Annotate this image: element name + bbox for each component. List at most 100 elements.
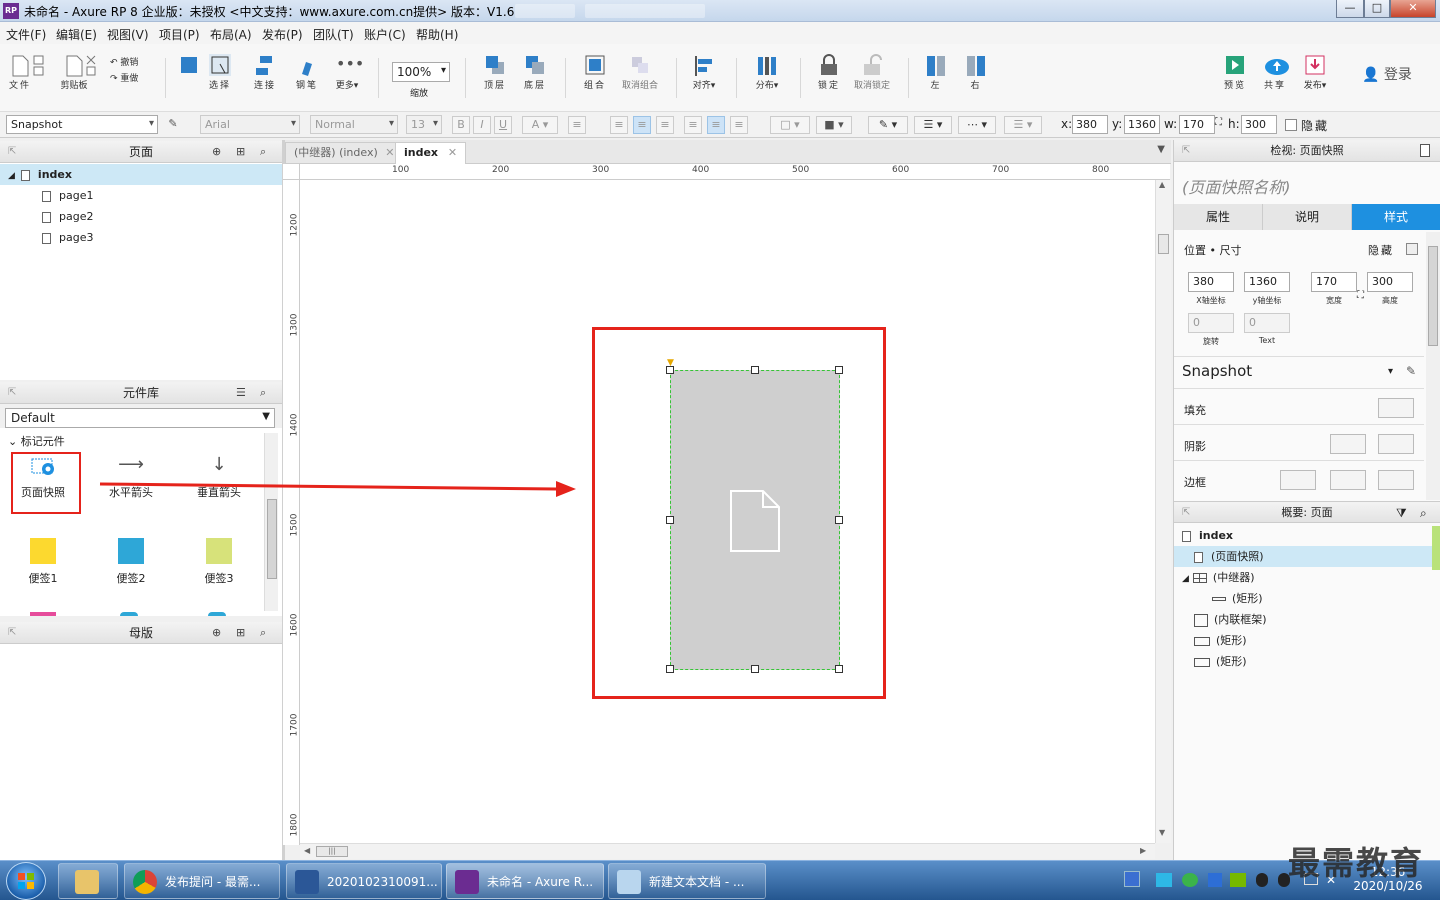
tab-properties[interactable]: 属性	[1174, 204, 1263, 230]
resize-handle[interactable]	[666, 665, 674, 673]
snapshot-widget[interactable]	[670, 370, 840, 670]
menu-team[interactable]: 团队(T)	[313, 26, 354, 43]
widget-sticky-3[interactable]: 便签3	[184, 538, 254, 586]
underline-button[interactable]: U	[494, 116, 512, 134]
shadow-button[interactable]: ■ ▾	[816, 116, 852, 134]
border-width-button[interactable]: ☰ ▾	[914, 116, 952, 134]
shield-icon[interactable]	[1208, 873, 1222, 887]
style-name[interactable]: Snapshot	[1182, 362, 1252, 380]
font-size-select[interactable]: 13	[406, 115, 442, 134]
collapse-triangle-icon[interactable]: ◢	[1182, 574, 1189, 584]
distribute-tool[interactable]: 分布▾	[750, 54, 784, 91]
bold-button[interactable]: B	[452, 116, 470, 134]
right-panel-tool[interactable]: 右	[962, 54, 990, 91]
lock-ratio-icon[interactable]: ⛶	[1357, 290, 1364, 301]
menu-icon[interactable]: ☰	[236, 382, 246, 404]
page-item[interactable]: page1	[0, 185, 282, 206]
h-input[interactable]: 300	[1241, 115, 1277, 134]
border-color-picker[interactable]	[1330, 470, 1366, 490]
filter-icon[interactable]: ⧩	[1396, 502, 1407, 524]
task-chrome[interactable]: 发布提问 - 最需...	[124, 863, 280, 899]
pin-icon[interactable]: ⇱	[1182, 140, 1190, 162]
close-icon[interactable]: ✕	[448, 146, 457, 159]
undo-button[interactable]: ↶ 撤销	[110, 55, 138, 68]
pin-icon[interactable]: ⇱	[1182, 502, 1190, 524]
x-input[interactable]: 380	[1072, 115, 1108, 134]
library-scrollbar[interactable]	[264, 433, 278, 611]
scroll-thumb[interactable]	[1428, 246, 1438, 346]
y-input[interactable]: 1360	[1244, 272, 1290, 292]
select-tool[interactable]: 选择	[200, 54, 240, 91]
align-middle-button[interactable]: ≡	[707, 116, 725, 134]
pin-icon[interactable]: ⇱	[8, 382, 16, 404]
widget-sticky-1[interactable]: 便签1	[8, 538, 78, 586]
search-icon[interactable]: ⌕	[260, 382, 266, 404]
resize-handle[interactable]	[835, 665, 843, 673]
scroll-right-icon[interactable]: ▶	[1140, 846, 1146, 855]
resize-handle[interactable]	[666, 516, 674, 524]
tab-index[interactable]: index ✕	[395, 142, 467, 164]
shadow-picker[interactable]	[1330, 434, 1366, 454]
align-top-button[interactable]: ≡	[684, 116, 702, 134]
menu-project[interactable]: 项目(P)	[159, 26, 200, 43]
page-index[interactable]: ◢ index	[0, 164, 282, 185]
close-icon[interactable]: ✕	[385, 146, 394, 159]
pin-icon[interactable]: ⇱	[8, 622, 16, 644]
search-icon[interactable]: ⌕	[260, 141, 266, 163]
widget-name-input[interactable]: (页面快照名称)	[1182, 174, 1291, 198]
w-input[interactable]: 170	[1179, 115, 1215, 134]
page-item[interactable]: page3	[0, 227, 282, 248]
hide-checkbox[interactable]	[1406, 243, 1418, 255]
collapse-triangle-icon[interactable]: ◢	[8, 171, 15, 181]
tabs-dropdown-icon[interactable]: ▼	[1157, 144, 1165, 155]
border-width-picker[interactable]	[1280, 470, 1316, 490]
bring-top-tool[interactable]: 顶层	[480, 54, 510, 91]
menu-view[interactable]: 视图(V)	[107, 26, 149, 43]
rotate-input[interactable]: 0	[1188, 313, 1234, 333]
arrow-style-button[interactable]: ☰ ▾	[1004, 116, 1042, 134]
menu-edit[interactable]: 编辑(E)	[56, 26, 97, 43]
chevron-down-icon[interactable]: ▾	[1388, 366, 1393, 377]
add-folder-icon[interactable]: ⊞	[236, 622, 245, 644]
page-item[interactable]: page2	[0, 206, 282, 227]
pen-tool[interactable]: 钢笔	[292, 54, 322, 91]
resize-handle[interactable]	[751, 366, 759, 374]
resize-handle[interactable]	[835, 516, 843, 524]
menu-account[interactable]: 账户(C)	[364, 26, 406, 43]
outline-item[interactable]: (矩形)	[1174, 630, 1434, 651]
zoom-select[interactable]: 100% ▾	[392, 62, 450, 82]
tab-notes[interactable]: 说明	[1263, 204, 1352, 230]
outline-item[interactable]: (矩形)	[1174, 651, 1434, 672]
publish-tool[interactable]: 发布▾	[1298, 54, 1332, 91]
qq-icon[interactable]	[1256, 873, 1268, 887]
align-left-button[interactable]: ≡	[610, 116, 628, 134]
text-color-button[interactable]: A ▾	[522, 116, 558, 134]
style-select[interactable]: Snapshot	[6, 115, 158, 134]
outline-item[interactable]: ◢ (中继器)	[1174, 567, 1434, 588]
lock-ratio-icon[interactable]: ⛶	[1215, 117, 1222, 128]
task-word[interactable]: 2020102310091...	[286, 863, 442, 899]
text-rotate-input[interactable]: 0	[1244, 313, 1290, 333]
cut-copy-icon[interactable]	[84, 54, 98, 81]
menu-file[interactable]: 文件(F)	[6, 26, 46, 43]
widget-group-header[interactable]: ⌄ 标记元件	[8, 433, 65, 449]
style-edit-icon[interactable]: ✎	[1406, 364, 1416, 378]
align-bottom-button[interactable]: ≡	[730, 116, 748, 134]
left-panel-tool[interactable]: 左	[922, 54, 950, 91]
nvidia-icon[interactable]	[1230, 873, 1246, 887]
fill-color-picker[interactable]	[1378, 398, 1414, 418]
search-icon[interactable]: ⌕	[260, 622, 266, 644]
unlock-tool[interactable]: 取消锁定	[852, 54, 892, 91]
group-tool[interactable]: 组合	[580, 54, 610, 91]
close-button[interactable]: ✕	[1390, 0, 1436, 18]
connect-tool[interactable]: 连接	[250, 54, 280, 91]
send-bottom-tool[interactable]: 底层	[520, 54, 550, 91]
scroll-thumb[interactable]: |||	[316, 846, 348, 857]
resize-handle[interactable]	[666, 366, 674, 374]
border-style-picker[interactable]	[1378, 470, 1414, 490]
scroll-thumb[interactable]	[267, 499, 277, 579]
tab-repeater[interactable]: (中继器) (index) ✕	[285, 142, 404, 164]
outline-item[interactable]: (内联框架)	[1174, 609, 1434, 630]
bullet-list-button[interactable]: ≡	[568, 116, 586, 134]
library-select[interactable]: Default ▼	[5, 408, 275, 428]
